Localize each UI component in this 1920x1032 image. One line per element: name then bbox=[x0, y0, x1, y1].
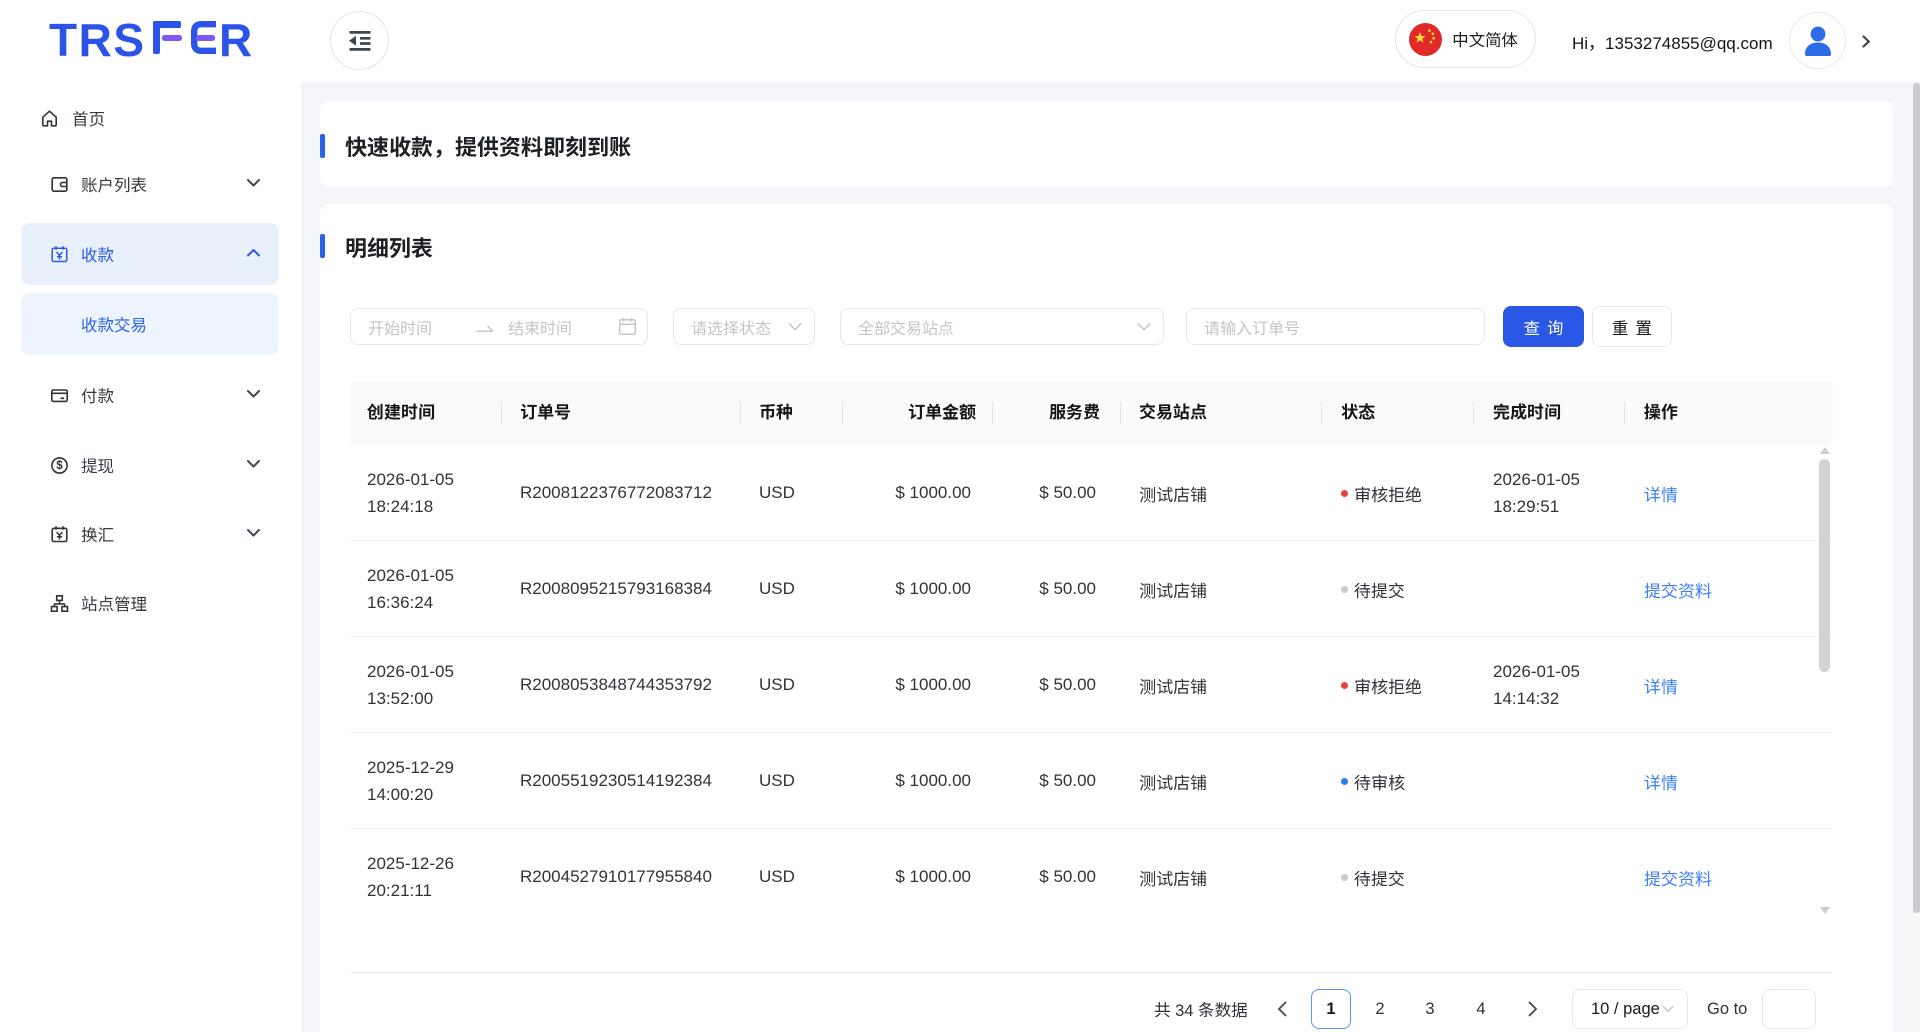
svg-text:$: $ bbox=[56, 460, 63, 472]
